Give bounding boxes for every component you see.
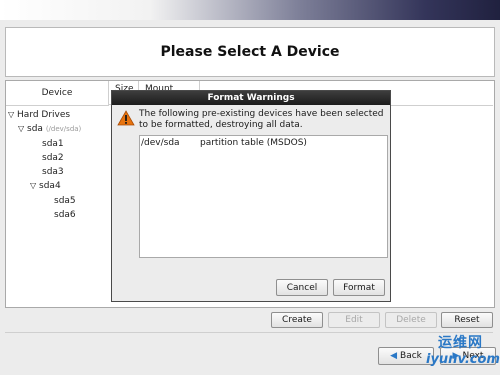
page-title: Please Select A Device <box>160 44 340 60</box>
delete-button-label: Delete <box>396 315 426 325</box>
tree-sublabel-sda: (/dev/sda) <box>45 125 82 133</box>
format-button-label: Format <box>343 282 375 293</box>
site-watermark: 运维网 iyunv.com <box>424 328 500 375</box>
expander-down-icon[interactable]: ▽ <box>30 181 36 190</box>
expander-down-icon[interactable]: ▽ <box>8 110 14 119</box>
tree-row-sda3[interactable]: sda3 <box>42 165 64 179</box>
column-header-device[interactable]: Device <box>6 81 109 106</box>
expander-down-icon[interactable]: ▽ <box>18 124 24 133</box>
tree-label-sda3: sda3 <box>42 167 64 177</box>
watermark-url-text: iyunv.com <box>426 352 500 367</box>
column-header-device-label: Device <box>41 88 73 98</box>
back-button-label: Back <box>400 351 422 361</box>
cancel-button[interactable]: Cancel <box>276 279 328 296</box>
tree-row-sda4[interactable]: ▽ sda4 <box>30 179 61 193</box>
tree-label-hard-drives: Hard Drives <box>17 110 71 120</box>
tree-label-sda2: sda2 <box>42 153 64 163</box>
installer-top-banner <box>0 0 500 20</box>
back-arrow-icon: ◀ <box>390 351 398 361</box>
list-item-description: partition table (MSDOS) <box>200 138 307 148</box>
edit-button[interactable]: Edit <box>328 312 380 328</box>
create-button[interactable]: Create <box>271 312 323 328</box>
tree-row-sda6[interactable]: sda6 <box>54 208 76 222</box>
tree-row-hard-drives[interactable]: ▽ Hard Drives <box>8 108 70 122</box>
list-item-device: /dev/sda <box>141 138 180 148</box>
delete-button[interactable]: Delete <box>385 312 437 328</box>
tree-row-sda5[interactable]: sda5 <box>54 194 76 208</box>
device-format-list[interactable]: /dev/sda partition table (MSDOS) <box>139 135 388 258</box>
tree-row-sda2[interactable]: sda2 <box>42 151 64 165</box>
tree-label-sda4: sda4 <box>39 181 61 191</box>
tree-row-sda1[interactable]: sda1 <box>42 137 64 151</box>
tree-label-sda5: sda5 <box>54 196 76 206</box>
tree-label-sda6: sda6 <box>54 210 76 220</box>
tree-row-sda[interactable]: ▽ sda (/dev/sda) <box>18 122 81 136</box>
create-button-label: Create <box>282 315 312 325</box>
cancel-button-label: Cancel <box>286 282 318 293</box>
watermark-cn-text: 运维网 <box>438 335 483 351</box>
edit-button-label: Edit <box>345 315 363 325</box>
warning-message: The following pre-existing devices have … <box>139 109 384 130</box>
list-item[interactable]: /dev/sda partition table (MSDOS) <box>141 137 307 149</box>
dialog-title: Format Warnings <box>207 93 295 103</box>
reset-button[interactable]: Reset <box>441 312 493 328</box>
dialog-title-bar[interactable]: Format Warnings <box>112 91 390 105</box>
page-title-box: Please Select A Device <box>5 27 495 77</box>
reset-button-label: Reset <box>454 315 480 325</box>
format-button[interactable]: Format <box>333 279 385 296</box>
warning-icon <box>117 110 135 126</box>
tree-label-sda1: sda1 <box>42 139 64 149</box>
format-warnings-dialog: Format Warnings The following pre-existi… <box>111 90 391 302</box>
tree-label-sda: sda <box>27 124 43 134</box>
section-divider <box>5 332 493 333</box>
